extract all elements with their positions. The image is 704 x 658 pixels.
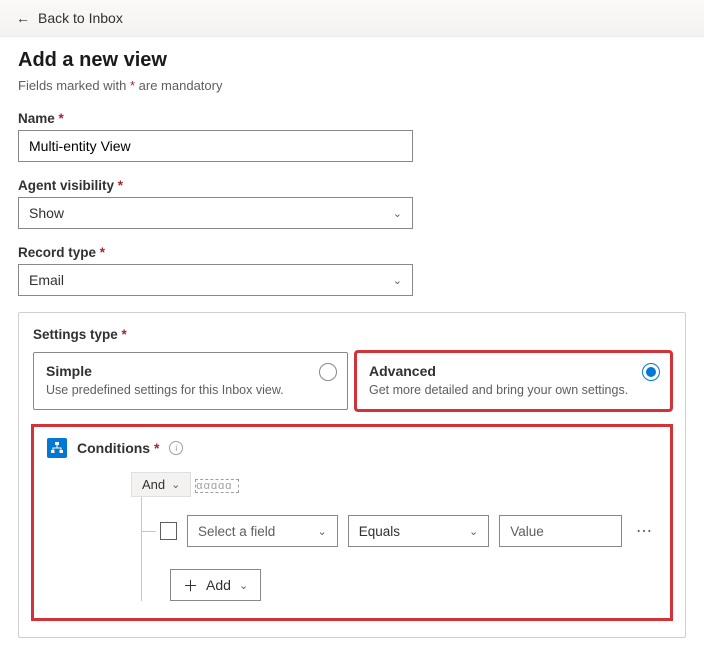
chevron-down-icon: ⌄ <box>171 478 180 491</box>
agent-visibility-select[interactable]: Show ⌄ <box>18 197 413 229</box>
logic-operator-select[interactable]: And ⌄ <box>131 472 191 497</box>
chevron-down-icon: ⌄ <box>393 207 402 220</box>
radio-icon <box>319 363 337 381</box>
conditions-panel: Conditions * i And ⌄ ααɑɑɑ Select a fiel… <box>33 426 671 619</box>
settings-type-label: Settings type * <box>33 327 671 342</box>
partial-text: ααɑɑɑ <box>195 479 239 493</box>
field-select[interactable]: Select a field ⌄ <box>187 515 338 547</box>
name-input[interactable] <box>18 130 413 162</box>
option-desc: Get more detailed and bring your own set… <box>369 383 634 397</box>
option-title: Simple <box>46 363 311 379</box>
settings-option-simple[interactable]: Simple Use predefined settings for this … <box>33 352 348 410</box>
settings-option-advanced[interactable]: Advanced Get more detailed and bring you… <box>356 352 671 410</box>
arrow-left-icon: ← <box>16 10 30 26</box>
mandatory-note: Fields marked with * are mandatory <box>18 78 686 93</box>
chevron-down-icon: ⌄ <box>469 525 478 538</box>
chevron-down-icon: ⌄ <box>318 525 327 538</box>
plus-icon: ＋ <box>183 575 198 596</box>
option-title: Advanced <box>369 363 634 379</box>
info-icon[interactable]: i <box>169 441 183 455</box>
chevron-down-icon: ⌄ <box>239 579 248 592</box>
agent-visibility-label: Agent visibility * <box>18 178 686 193</box>
back-to-inbox-link[interactable]: ← Back to Inbox <box>16 10 123 26</box>
row-checkbox[interactable] <box>160 522 177 540</box>
radio-selected-icon <box>642 363 660 381</box>
name-label: Name * <box>18 111 686 126</box>
record-type-select[interactable]: Email ⌄ <box>18 264 413 296</box>
operator-select[interactable]: Equals ⌄ <box>348 515 489 547</box>
back-link-label: Back to Inbox <box>38 10 123 26</box>
sitemap-icon <box>47 438 67 458</box>
page-title: Add a new view <box>18 49 686 72</box>
add-condition-button[interactable]: ＋ Add ⌄ <box>170 569 261 601</box>
conditions-title: Conditions * <box>77 440 159 456</box>
settings-panel: Settings type * Simple Use predefined se… <box>18 312 686 638</box>
chevron-down-icon: ⌄ <box>393 274 402 287</box>
record-type-label: Record type * <box>18 245 686 260</box>
value-input[interactable]: Value <box>499 515 622 547</box>
condition-row: Select a field ⌄ Equals ⌄ Value ⋯ <box>160 515 657 547</box>
option-desc: Use predefined settings for this Inbox v… <box>46 383 311 397</box>
more-actions-icon[interactable]: ⋯ <box>632 521 657 541</box>
